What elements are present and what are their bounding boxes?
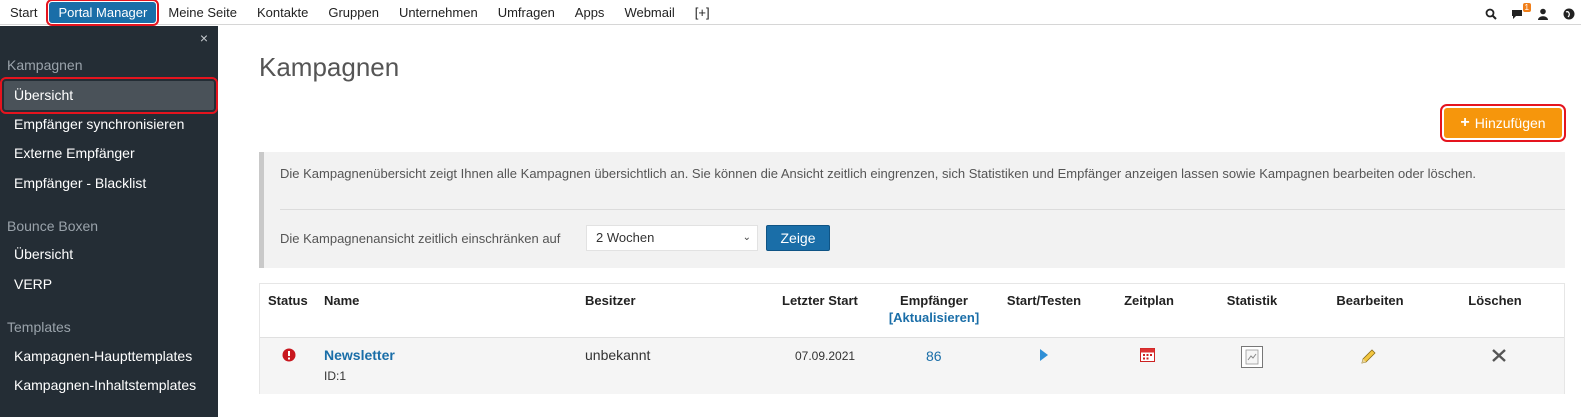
messages-icon[interactable]: 1 [1511,2,1531,19]
table-row: Newsletter ID:1 unbekannt 07.09.2021 86 [260,338,1564,394]
description-text: Die Kampagnenübersicht zeigt Ihnen alle … [280,166,1477,181]
nav-umfragen[interactable]: Umfragen [488,0,565,25]
sidebar-item-empfaenger-blacklist[interactable]: Empfänger - Blacklist [0,169,218,198]
page-title: Kampagnen [259,52,400,82]
sidebar-item-externe-empfaenger[interactable]: Externe Empfänger [0,139,218,168]
calendar-icon[interactable] [1140,347,1155,365]
statistics-icon[interactable] [1241,346,1263,371]
chevron-down-icon: ⌄ [742,232,751,243]
play-icon[interactable] [1040,349,1048,364]
header-status: Status [268,293,308,308]
campaign-recipients-link[interactable]: 86 [926,348,942,364]
add-campaign-button[interactable]: + Hinzufügen [1440,104,1566,142]
sidebar-section-templates: Templates [7,319,71,335]
campaign-owner: unbekannt [585,347,651,363]
campaigns-table: Status Name Besitzer Letzter Start Empfä… [259,283,1565,394]
top-right-icons: 1 [1485,0,1575,25]
sidebar-item-empfaenger-synchronisieren[interactable]: Empfänger synchronisieren [0,110,218,139]
nav-webmail[interactable]: Webmail [614,0,684,25]
globe-icon[interactable] [1563,7,1575,19]
nav-start[interactable]: Start [0,0,47,25]
nav-apps[interactable]: Apps [565,0,615,25]
header-recipients-label: Empfänger [900,293,968,308]
campaign-id: ID:1 [324,369,347,383]
add-campaign-label: Hinzufügen [1474,115,1546,131]
sidebar-item-kampagnen-uebersicht[interactable]: Übersicht [0,77,218,114]
header-owner[interactable]: Besitzer [585,293,636,308]
campaign-last-start: 07.09.2021 [795,349,856,363]
top-navigation: Start Portal Manager Meine Seite Kontakt… [0,0,1581,26]
header-name[interactable]: Name [324,293,359,308]
nav-unternehmen[interactable]: Unternehmen [389,0,488,25]
sidebar-section-bounce-boxen: Bounce Boxen [7,218,99,234]
nav-kontakte[interactable]: Kontakte [247,0,318,25]
notification-badge: 1 [1522,2,1531,12]
header-delete: Löschen [1468,293,1522,308]
delete-icon[interactable] [1492,349,1506,365]
divider [280,209,1565,210]
refresh-recipients-link[interactable]: [Aktualisieren] [874,310,994,325]
header-recipients: Empfänger [Aktualisieren] [874,293,994,325]
header-schedule: Zeitplan [1124,293,1174,308]
search-icon[interactable] [1485,7,1497,20]
error-status-icon [282,348,296,365]
header-start-test: Start/Testen [1006,293,1082,308]
filter-label: Die Kampagnenansicht zeitlich einschränk… [280,231,561,246]
nav-more[interactable]: [+] [685,0,720,25]
nav-meine-seite[interactable]: Meine Seite [158,0,247,25]
sidebar-item-verp[interactable]: VERP [0,270,218,299]
nav-gruppen[interactable]: Gruppen [318,0,389,25]
plus-icon: + [1460,114,1470,131]
edit-pencil-icon[interactable] [1360,348,1377,368]
header-edit: Bearbeiten [1336,293,1404,308]
timespan-select[interactable]: 2 Wochen ⌄ [586,225,758,251]
close-sidebar-icon[interactable]: × [200,30,208,46]
info-filter-box: Die Kampagnenübersicht zeigt Ihnen alle … [259,152,1565,268]
sidebar-section-kampagnen: Kampagnen [7,57,83,73]
header-last-start[interactable]: Letzter Start [782,293,858,308]
campaign-name-link[interactable]: Newsletter [324,347,395,363]
sidebar: × Kampagnen Übersicht Empfänger synchron… [0,26,218,417]
user-icon[interactable] [1537,7,1549,20]
header-statistics: Statistik [1226,293,1278,308]
table-header: Status Name Besitzer Letzter Start Empfä… [260,284,1564,338]
sidebar-item-bounce-uebersicht[interactable]: Übersicht [0,240,218,269]
sidebar-item-kampagnen-haupttemplates[interactable]: Kampagnen-Haupttemplates [0,342,218,371]
sidebar-item-kampagnen-inhaltstemplates[interactable]: Kampagnen-Inhaltstemplates [0,371,218,400]
show-button[interactable]: Zeige [766,225,830,251]
timespan-value: 2 Wochen [596,230,655,245]
nav-portal-manager[interactable]: Portal Manager [46,0,160,26]
